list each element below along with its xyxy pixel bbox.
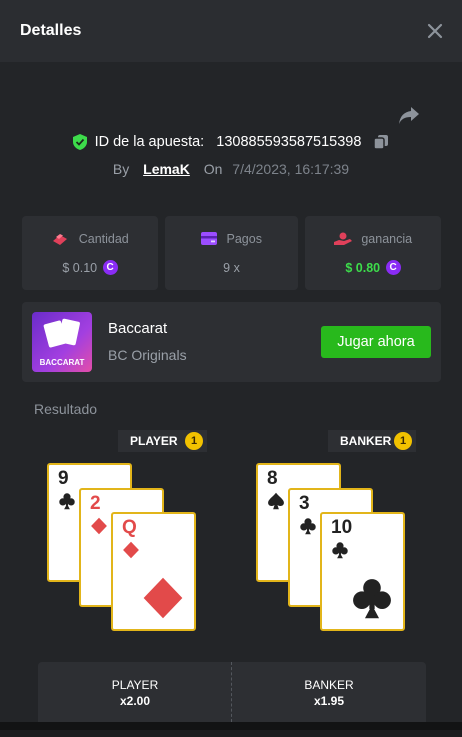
on-label: On bbox=[203, 161, 223, 177]
bet-chip-icon bbox=[53, 233, 68, 245]
bet-banker-name: BANKER bbox=[304, 678, 354, 692]
player-score-badge: 1 bbox=[185, 432, 203, 450]
bet-details-modal: Detalles ID de la apuesta: 1308855935875… bbox=[0, 0, 462, 722]
diamond-icon bbox=[122, 541, 140, 559]
copy-icon[interactable] bbox=[373, 134, 389, 150]
result-label: Resultado bbox=[34, 401, 98, 417]
bet-date: 7/4/2023, 16:17:39 bbox=[232, 161, 350, 177]
club-icon bbox=[331, 541, 349, 559]
modal-header: Detalles bbox=[0, 0, 462, 62]
banker-tag: BANKER 1 bbox=[328, 430, 416, 452]
baccarat-thumbnail[interactable]: BACCARAT bbox=[32, 312, 92, 372]
username-link[interactable]: LemaK bbox=[143, 161, 190, 177]
bet-player-option[interactable]: PLAYER x2.00 bbox=[38, 662, 232, 722]
bet-player-name: PLAYER bbox=[111, 678, 159, 692]
stat-profit-label: ganancia bbox=[361, 231, 413, 246]
card-rank: 9 bbox=[58, 468, 69, 489]
bc-coin-icon: C bbox=[385, 260, 401, 276]
diamond-icon bbox=[90, 517, 108, 535]
card-rank: 2 bbox=[90, 493, 101, 514]
bet-id-row: ID de la apuesta: 130885593587515398 bbox=[0, 134, 462, 156]
club-icon bbox=[350, 576, 394, 620]
thumbnail-text: BACCARAT bbox=[39, 358, 85, 367]
player-tag: PLAYER 1 bbox=[118, 430, 207, 452]
bet-id-label: ID de la apuesta: bbox=[94, 134, 205, 151]
play-now-button[interactable]: Jugar ahora bbox=[321, 326, 431, 358]
bottom-strip bbox=[0, 722, 462, 737]
stat-profit: ganancia $ 0.80 C bbox=[305, 216, 441, 290]
bet-player-odds: x2.00 bbox=[119, 694, 151, 708]
player-card-3: Q bbox=[111, 512, 196, 631]
shield-check-icon bbox=[72, 134, 87, 151]
bet-banker-odds: x1.95 bbox=[313, 694, 345, 708]
card-rank: 3 bbox=[299, 493, 310, 514]
by-label: By bbox=[112, 161, 130, 177]
stat-amount-value: $ 0.10 bbox=[62, 260, 98, 275]
banker-score-badge: 1 bbox=[394, 432, 412, 450]
stat-profit-value: $ 0.80 bbox=[345, 260, 381, 275]
close-icon[interactable] bbox=[424, 20, 446, 42]
card-rank: 8 bbox=[267, 468, 278, 489]
card-rank: Q bbox=[122, 517, 137, 538]
game-provider: BC Originals bbox=[108, 347, 187, 363]
stat-payout-value: 9 x bbox=[223, 260, 240, 275]
bet-author-row: By LemaK On 7/4/2023, 16:17:39 bbox=[0, 161, 462, 177]
bet-id-value: 130885593587515398 bbox=[216, 134, 362, 151]
stat-payout: Pagos 9 x bbox=[165, 216, 298, 290]
game-bar: BACCARAT Baccarat BC Originals Jugar aho… bbox=[22, 302, 441, 382]
banker-tag-label: BANKER bbox=[340, 434, 392, 448]
share-icon[interactable] bbox=[398, 104, 420, 126]
game-name: Baccarat bbox=[108, 320, 168, 337]
diamond-icon bbox=[141, 576, 185, 620]
player-tag-label: PLAYER bbox=[130, 434, 178, 448]
stat-amount-label: Cantidad bbox=[78, 231, 129, 246]
modal-title: Detalles bbox=[20, 22, 82, 39]
banker-card-3: 10 bbox=[320, 512, 405, 631]
bet-options: PLAYER x2.00 BANKER x1.95 bbox=[38, 662, 426, 722]
hand-coin-icon bbox=[333, 232, 352, 245]
wallet-icon bbox=[201, 232, 218, 246]
stat-amount: Cantidad $ 0.10 C bbox=[22, 216, 158, 290]
club-icon bbox=[299, 517, 317, 535]
bet-banker-option[interactable]: BANKER x1.95 bbox=[232, 662, 426, 722]
bc-coin-icon: C bbox=[102, 260, 118, 276]
stat-payout-label: Pagos bbox=[226, 231, 262, 246]
club-icon bbox=[58, 492, 76, 510]
spade-icon bbox=[267, 492, 285, 510]
card-rank: 10 bbox=[331, 517, 353, 538]
